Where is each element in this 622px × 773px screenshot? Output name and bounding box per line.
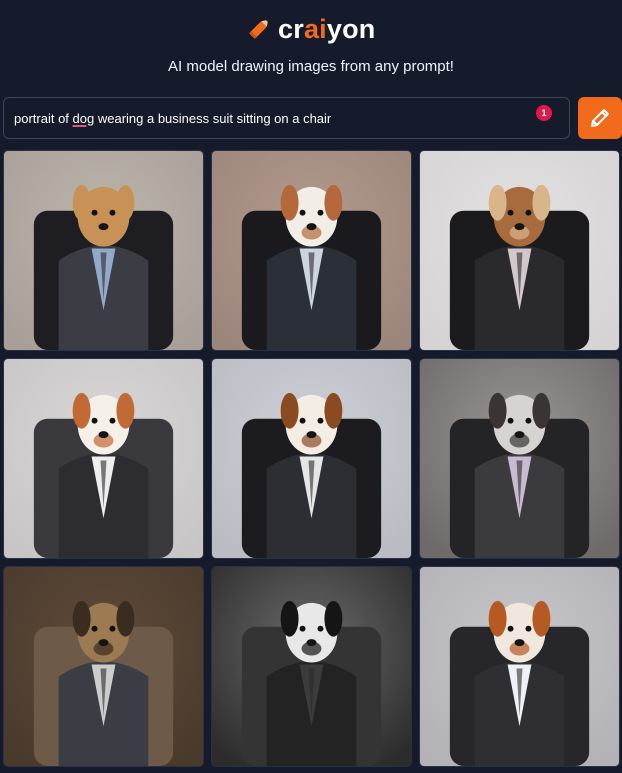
prompt-text: portrait of dog wearing a business suit … (14, 111, 331, 126)
header: cr ai yon AI model drawing images from any… (0, 0, 622, 92)
issue-count-badge[interactable]: 1 (536, 105, 552, 121)
generated-image-art (420, 567, 619, 766)
logo-text-part: yon (326, 13, 376, 44)
results-grid (3, 150, 622, 770)
generated-image[interactable] (419, 566, 620, 767)
generated-image-art (212, 151, 411, 350)
generated-image-art (4, 151, 203, 350)
tagline: AI model drawing images from any prompt! (168, 58, 454, 75)
logo-text-part: cr (278, 13, 304, 44)
prompt-input[interactable]: portrait of dog wearing a business suit … (3, 97, 570, 139)
generated-image[interactable] (3, 150, 204, 351)
generated-image-art (212, 359, 411, 558)
generated-image[interactable] (3, 566, 204, 767)
pencil-icon (249, 19, 269, 39)
prompt-text-before: portrait of (14, 110, 73, 126)
generated-image[interactable] (211, 566, 412, 767)
logo-text-accent: ai (303, 13, 327, 44)
prompt-text-after: wearing a business suit sitting on a cha… (94, 110, 332, 126)
generated-image-art (420, 151, 619, 350)
generated-image[interactable] (419, 358, 620, 559)
generated-image-art (420, 359, 619, 558)
generated-image[interactable] (211, 358, 412, 559)
logo-wordmark: cr ai yon (278, 14, 375, 45)
generated-image-art (4, 567, 203, 766)
draw-button[interactable] (578, 97, 622, 139)
prompt-flagged-word: dog (72, 110, 95, 126)
generated-image-art (212, 567, 411, 766)
generated-image[interactable] (3, 358, 204, 559)
generated-image-art (4, 359, 203, 558)
craiyon-logo[interactable]: cr ai yon (244, 12, 375, 46)
generated-image[interactable] (211, 150, 412, 351)
pencil-icon (591, 109, 609, 127)
generated-image[interactable] (419, 150, 620, 351)
